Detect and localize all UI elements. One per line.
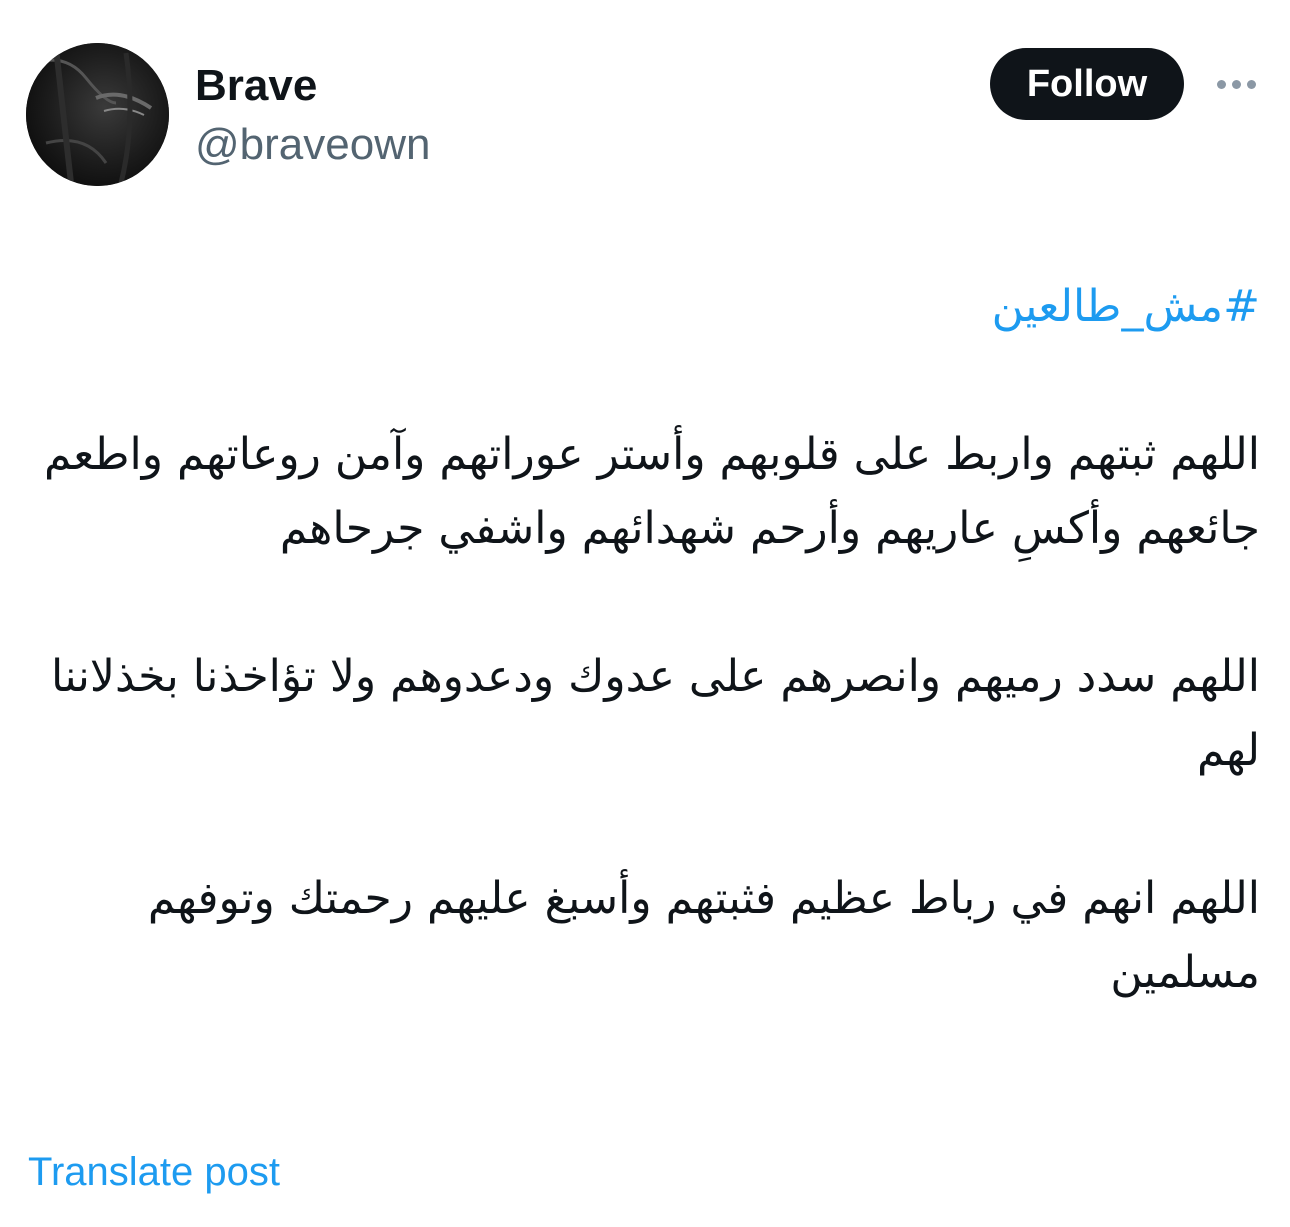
follow-button[interactable]: Follow [990, 48, 1184, 120]
tweet-paragraph: اللهم سدد رميهم وانصرهم على عدوك ودعدوهم… [50, 651, 1260, 776]
more-options-button[interactable] [1208, 62, 1264, 106]
tweet-paragraph: اللهم ثبتهم واربط على قلوبهم وأستر عورات… [43, 429, 1260, 554]
tweet-paragraph: اللهم انهم في رباط عظيم فثبتهم وأسبغ علي… [147, 873, 1260, 998]
avatar-image [26, 43, 169, 186]
hashtag-link[interactable]: #مش_طالعين [28, 270, 1260, 344]
more-horizontal-icon [1231, 79, 1241, 89]
more-horizontal-icon [1216, 79, 1226, 89]
translate-post-link[interactable]: Translate post [28, 1146, 280, 1198]
more-horizontal-icon [1246, 79, 1256, 89]
author-avatar[interactable] [26, 43, 169, 186]
tweet-text: #مش_طالعين اللهم ثبتهم واربط على قلوبهم … [28, 270, 1260, 1010]
author-display-name[interactable]: Brave [195, 58, 317, 114]
author-handle[interactable]: @braveown [195, 117, 430, 173]
